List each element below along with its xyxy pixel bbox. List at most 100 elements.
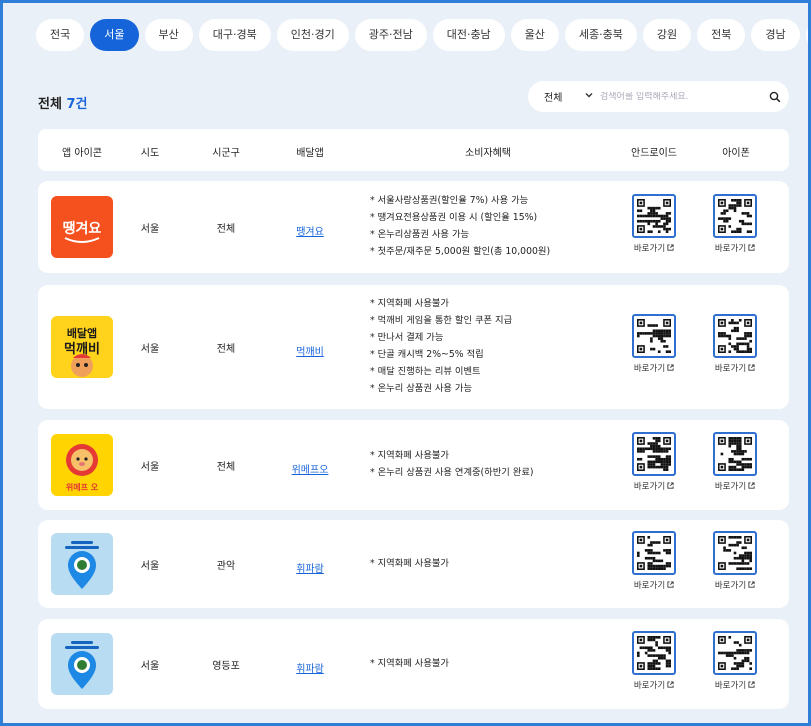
external-link-icon xyxy=(667,244,674,253)
cell-sigungu: 전체 xyxy=(216,344,236,355)
external-link-icon xyxy=(667,681,674,690)
external-link-icon xyxy=(748,364,755,373)
iphone-link[interactable]: 바로가기 xyxy=(705,242,765,254)
external-link-icon xyxy=(748,482,755,491)
benefit-item: * 먹깨비 게임을 통한 할인 쿠폰 지급 xyxy=(370,315,513,326)
region-tab[interactable]: 광주·전남 xyxy=(354,19,427,51)
android-link[interactable]: 바로가기 xyxy=(624,579,684,591)
benefit-item: * 만나서 결제 가능 xyxy=(370,332,444,343)
qr-code-icon xyxy=(632,631,676,675)
benefit-list: * 지역화폐 사용불가 * 먹깨비 게임을 통한 할인 쿠폰 지급 * 만나서 결제… xyxy=(370,295,512,397)
table-row: 서울 영등포 휘파람 * 지역화폐 사용불가 바로가기 바로가기 xyxy=(38,619,789,709)
android-link[interactable]: 바로가기 xyxy=(624,679,684,691)
android-qr: 바로가기 xyxy=(624,631,684,691)
android-link[interactable]: 바로가기 xyxy=(624,480,684,492)
cell-sigungu: 전체 xyxy=(216,224,236,235)
region-tab[interactable]: 부산 xyxy=(144,19,193,51)
app-name-link[interactable]: 먹깨비 xyxy=(296,347,324,358)
qr-code-icon xyxy=(632,531,676,575)
iphone-qr: 바로가기 xyxy=(705,432,765,492)
column-header-app: 배달앱 xyxy=(296,148,324,159)
qr-code-icon xyxy=(632,432,676,476)
region-tab[interactable]: 인천·경기 xyxy=(276,19,349,51)
iphone-qr: 바로가기 xyxy=(705,314,765,374)
region-tab[interactable]: 전국 xyxy=(36,19,85,51)
region-tab[interactable]: 울산 xyxy=(510,19,559,51)
region-tab[interactable]: 대구·경북 xyxy=(198,19,271,51)
qr-code-icon xyxy=(713,631,757,675)
column-header-icon: 앱 아이콘 xyxy=(62,148,102,159)
table-row: 서울 관악 휘파람 * 지역화폐 사용불가 바로가기 바로가기 xyxy=(38,520,789,608)
app-name-link[interactable]: 휘파람 xyxy=(296,564,324,575)
iphone-link[interactable]: 바로가기 xyxy=(705,579,765,591)
benefit-item: * 지역화폐 사용불가 xyxy=(370,657,449,669)
cell-sigungu: 전체 xyxy=(216,462,236,473)
column-header-sigungu: 시군구 xyxy=(212,148,240,159)
wemakeprice-o-logo: 위메프 오 xyxy=(51,434,113,496)
iphone-link[interactable]: 바로가기 xyxy=(705,362,765,374)
benefit-item: * 단골 캐시백 2%~5% 적립 xyxy=(370,349,484,360)
search-icon[interactable] xyxy=(761,91,789,103)
cell-sido: 서울 xyxy=(140,462,160,473)
search-input[interactable] xyxy=(600,91,761,102)
region-tab[interactable]: 경남 xyxy=(751,19,800,51)
table-row: 배달앱 먹깨비 서울 전체 먹깨비 * 지역화폐 사용불가 * 먹깨비 게임을 통… xyxy=(38,285,789,409)
column-header-android: 안드로이드 xyxy=(631,148,677,159)
benefit-item: * 지역화폐 사용불가 xyxy=(370,450,449,461)
svg-text:땡겨요: 땡겨요 xyxy=(63,220,102,237)
benefit-list: * 지역화폐 사용불가 xyxy=(370,555,449,572)
region-tab[interactable]: 강원 xyxy=(642,19,692,51)
qr-code-icon xyxy=(713,314,757,358)
external-link-icon xyxy=(667,581,674,590)
iphone-link[interactable]: 바로가기 xyxy=(705,679,765,691)
qr-code-icon xyxy=(632,314,676,358)
region-tab[interactable]: 서울 xyxy=(90,19,139,51)
iphone-qr: 바로가기 xyxy=(705,531,765,591)
benefit-item: * 지역화폐 사용불가 xyxy=(370,557,449,569)
benefit-item: * 첫주문/재주문 5,000원 할인(총 10,000원) xyxy=(370,246,551,257)
region-tab[interactable]: 전북 xyxy=(697,19,746,51)
cell-sido: 서울 xyxy=(140,224,160,235)
iphone-link[interactable]: 바로가기 xyxy=(705,480,765,492)
meokkaebi-logo: 배달앱 먹깨비 xyxy=(51,316,113,378)
benefit-item: * 지역화폐 사용불가 xyxy=(370,298,449,309)
table-row: 땡겨요 서울 전체 땡겨요 * 서울사랑상품권(할인율 7%) 사용 가능 * 땡… xyxy=(38,181,789,273)
android-qr: 바로가기 xyxy=(624,531,684,591)
cell-sigungu: 영등포 xyxy=(212,661,240,672)
table-row: 위메프 오 서울 전체 위메프오 * 지역화폐 사용불가 * 온누리 상품권 사용… xyxy=(38,420,789,510)
android-qr: 바로가기 xyxy=(624,314,684,374)
qr-code-icon xyxy=(713,531,757,575)
cell-sido: 서울 xyxy=(140,344,160,355)
android-qr: 바로가기 xyxy=(624,194,684,254)
app-name-link[interactable]: 위메프오 xyxy=(292,465,329,476)
benefit-item: * 서울사랑상품권(할인율 7%) 사용 가능 xyxy=(370,195,529,206)
iphone-qr: 바로가기 xyxy=(705,631,765,691)
result-count: 전체 7건 xyxy=(38,97,88,112)
ddanggyo-logo: 땡겨요 xyxy=(51,196,113,258)
android-link[interactable]: 바로가기 xyxy=(624,242,684,254)
column-header-benefits: 소비자혜택 xyxy=(465,148,511,159)
benefit-item: * 땡겨요전용상품권 이용 시 (할인율 15%) xyxy=(370,212,538,223)
region-tab[interactable]: 대전·충남 xyxy=(432,19,505,51)
region-tab[interactable]: 제주 xyxy=(805,19,808,51)
qr-code-icon xyxy=(632,194,676,238)
app-name-link[interactable]: 휘파람 xyxy=(296,664,324,675)
search-bar: 전체 xyxy=(528,81,789,112)
benefit-item: * 온누리 상품권 사용 연계중(하반기 완료) xyxy=(370,467,534,478)
android-link[interactable]: 바로가기 xyxy=(624,362,684,374)
column-header-iphone: 아이폰 xyxy=(722,148,750,159)
benefit-item: * 온누리 상품권 사용 가능 xyxy=(370,383,473,394)
external-link-icon xyxy=(748,581,755,590)
whistle-logo xyxy=(51,633,113,695)
qr-code-icon xyxy=(713,194,757,238)
chevron-down-icon xyxy=(584,90,594,103)
app-name-link[interactable]: 땡겨요 xyxy=(296,227,324,238)
external-link-icon xyxy=(748,681,755,690)
cell-sigungu: 관악 xyxy=(216,561,236,572)
benefit-list: * 지역화폐 사용불가 * 온누리 상품권 사용 연계중(하반기 완료) xyxy=(370,447,534,481)
column-header-sido: 시도 xyxy=(140,148,160,159)
benefit-item: * 매달 진행하는 리뷰 이벤트 xyxy=(370,366,481,377)
search-category-select[interactable]: 전체 xyxy=(528,89,600,104)
page-frame: 전국서울부산대구·경북인천·경기광주·전남대전·충남울산세종·충북강원전북경남제… xyxy=(0,0,811,726)
region-tab[interactable]: 세종·충북 xyxy=(564,19,637,51)
